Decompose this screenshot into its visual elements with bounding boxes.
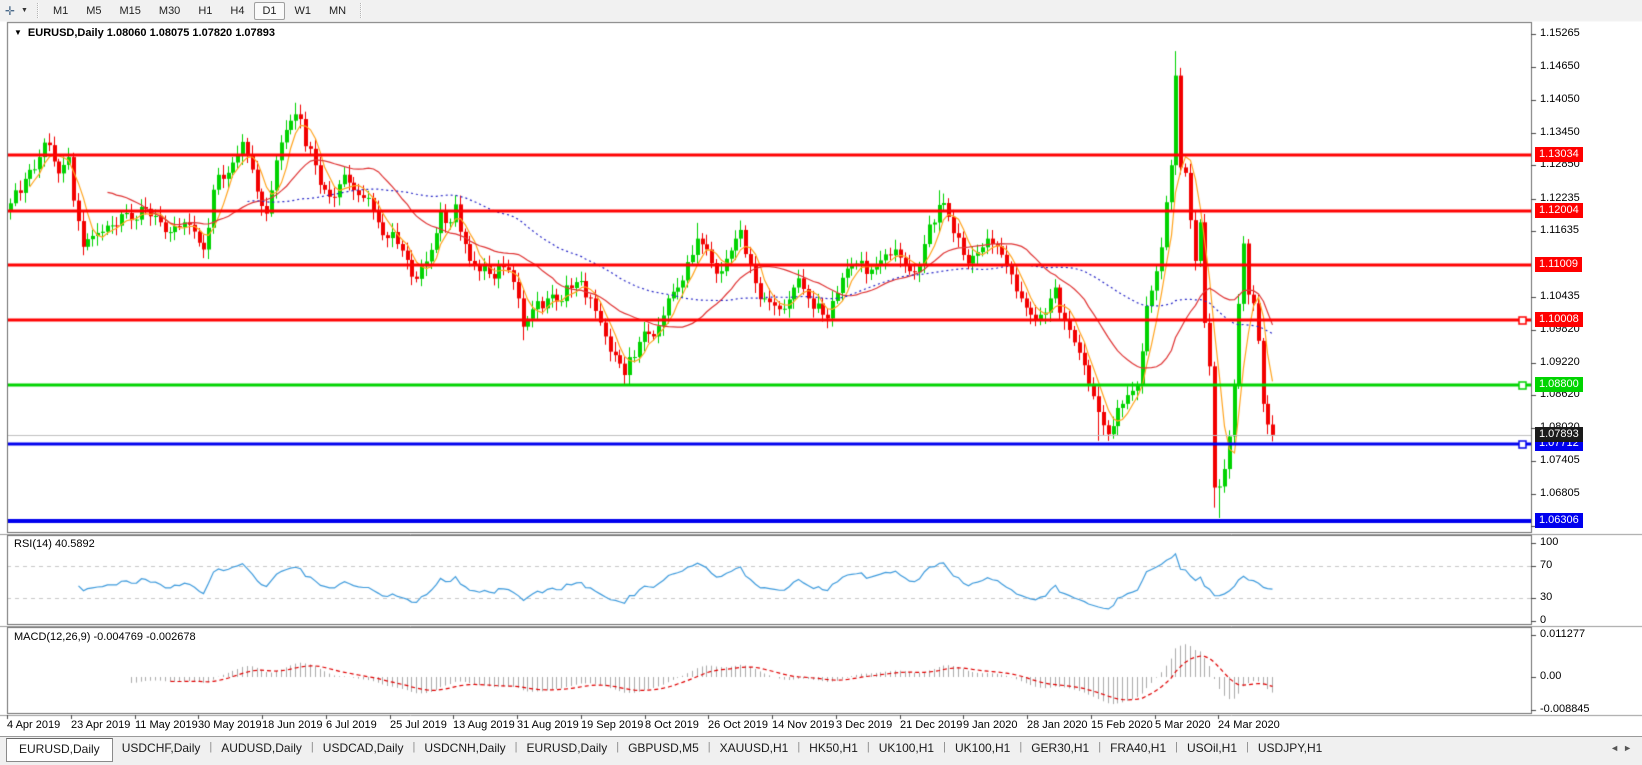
chart-tab-audusd-daily[interactable]: AUDUSD,Daily bbox=[212, 737, 311, 760]
tab-scroll-left-icon[interactable]: ◄ bbox=[1610, 743, 1623, 753]
chart-tab-hk50-h1[interactable]: HK50,H1 bbox=[800, 737, 867, 760]
date-axis-label: 28 Jan 2020 bbox=[1027, 719, 1088, 731]
hline-price-label[interactable]: 1.13034 bbox=[1535, 147, 1583, 162]
chart-tab-usdchf-daily[interactable]: USDCHF,Daily bbox=[113, 737, 210, 760]
price-axis-tick-label: 1.10435 bbox=[1540, 290, 1580, 302]
date-axis-label: 21 Dec 2019 bbox=[900, 719, 963, 731]
date-axis-label: 8 Oct 2019 bbox=[645, 719, 699, 731]
chart-ohlc-text: EURUSD,Daily 1.08060 1.08075 1.07820 1.0… bbox=[27, 27, 275, 39]
chart-tab-eurusd-daily[interactable]: EURUSD,Daily bbox=[518, 737, 617, 760]
chart-tab-eurusd-daily[interactable]: EURUSD,Daily bbox=[6, 738, 113, 762]
chart-tab-xauusd-h1[interactable]: XAUUSD,H1 bbox=[711, 737, 798, 760]
date-axis-label: 4 Apr 2019 bbox=[7, 719, 61, 731]
rsi-axis-tick-label: 30 bbox=[1540, 591, 1553, 603]
tab-scroll-right-icon[interactable]: ► bbox=[1623, 743, 1636, 753]
hline-price-label[interactable]: 1.12004 bbox=[1535, 203, 1583, 218]
macd-indicator-label: MACD(12,26,9) -0.004769 -0.002678 bbox=[14, 631, 196, 643]
rsi-axis-tick-label: 0 bbox=[1540, 614, 1547, 626]
chart-tab-usdcad-daily[interactable]: USDCAD,Daily bbox=[314, 737, 413, 760]
hline-price-label[interactable]: 1.08800 bbox=[1535, 377, 1583, 392]
chart-tab-fra40-h1[interactable]: FRA40,H1 bbox=[1101, 737, 1175, 760]
price-chart-canvas[interactable] bbox=[0, 0, 1642, 765]
price-axis-tick-label: 1.14650 bbox=[1540, 60, 1580, 72]
chart-tab-usdjpy-h1[interactable]: USDJPY,H1 bbox=[1249, 737, 1331, 760]
date-axis-label: 13 Aug 2019 bbox=[453, 719, 515, 731]
date-axis-label: 9 Jan 2020 bbox=[963, 719, 1018, 731]
chart-tab-bar: EURUSD,Daily USDCHF,Daily | AUDUSD,Daily | US… bbox=[0, 736, 1642, 765]
chart-tab-uk100-h1[interactable]: UK100,H1 bbox=[870, 737, 943, 760]
date-axis-label: 5 Mar 2020 bbox=[1155, 719, 1211, 731]
price-axis-tick-label: 1.06805 bbox=[1540, 487, 1580, 499]
date-axis-label: 15 Feb 2020 bbox=[1091, 719, 1153, 731]
chart-tab-ger30-h1[interactable]: GER30,H1 bbox=[1022, 737, 1098, 760]
date-axis-label: 24 Mar 2020 bbox=[1218, 719, 1280, 731]
date-axis-label: 25 Jul 2019 bbox=[390, 719, 447, 731]
chart-tab-usoil-h1[interactable]: USOil,H1 bbox=[1178, 737, 1246, 760]
price-axis-tick-label: 1.11635 bbox=[1540, 224, 1579, 236]
macd-axis-tick-label: 0.011277 bbox=[1540, 628, 1586, 640]
chart-tab-gbpusd-m5[interactable]: GBPUSD,M5 bbox=[619, 737, 708, 760]
chart-tab-usdcnh-daily[interactable]: USDCNH,Daily bbox=[415, 737, 514, 760]
date-axis-label: 30 May 2019 bbox=[198, 719, 262, 731]
date-axis-label: 14 Nov 2019 bbox=[772, 719, 835, 731]
date-axis-label: 6 Jul 2019 bbox=[326, 719, 377, 731]
chart-tab-uk100-h1[interactable]: UK100,H1 bbox=[946, 737, 1019, 760]
date-axis-label: 26 Oct 2019 bbox=[708, 719, 768, 731]
date-axis-label: 31 Aug 2019 bbox=[517, 719, 579, 731]
price-axis-tick-label: 1.14050 bbox=[1540, 93, 1580, 105]
rsi-axis-tick-label: 100 bbox=[1540, 536, 1559, 548]
current-price-label: 1.07893 bbox=[1535, 427, 1583, 442]
date-axis-label: 18 Jun 2019 bbox=[262, 719, 323, 731]
mt4-application-window: ✛ ▼ M1M5M15M30H1H4D1W1MN ▼EURUSD,Daily 1… bbox=[0, 0, 1642, 765]
tab-scroll-arrows[interactable]: ◄► bbox=[1610, 743, 1636, 753]
date-axis-label: 3 Dec 2019 bbox=[836, 719, 893, 731]
macd-axis-tick-label: -0.008845 bbox=[1540, 703, 1590, 715]
hline-price-label[interactable]: 1.10008 bbox=[1535, 312, 1583, 327]
rsi-indicator-label: RSI(14) 40.5892 bbox=[14, 538, 95, 550]
rsi-axis-tick-label: 70 bbox=[1540, 559, 1553, 571]
chart-menu-icon[interactable]: ▼ bbox=[14, 28, 22, 37]
date-axis-label: 11 May 2019 bbox=[135, 719, 198, 731]
date-axis-label: 19 Sep 2019 bbox=[581, 719, 644, 731]
price-axis-tick-label: 1.09220 bbox=[1540, 356, 1580, 368]
price-axis-tick-label: 1.13450 bbox=[1540, 126, 1580, 138]
macd-axis-tick-label: 0.00 bbox=[1540, 670, 1562, 682]
price-axis-tick-label: 1.15265 bbox=[1540, 27, 1580, 39]
date-axis-label: 23 Apr 2019 bbox=[71, 719, 131, 731]
hline-price-label[interactable]: 1.11009 bbox=[1535, 257, 1582, 272]
price-axis-tick-label: 1.07405 bbox=[1540, 454, 1580, 466]
chart-title: ▼ EURUSD,Daily 1.08060 1.08075 1.07820 1.… bbox=[14, 27, 275, 39]
hline-price-label[interactable]: 1.06306 bbox=[1535, 513, 1583, 528]
